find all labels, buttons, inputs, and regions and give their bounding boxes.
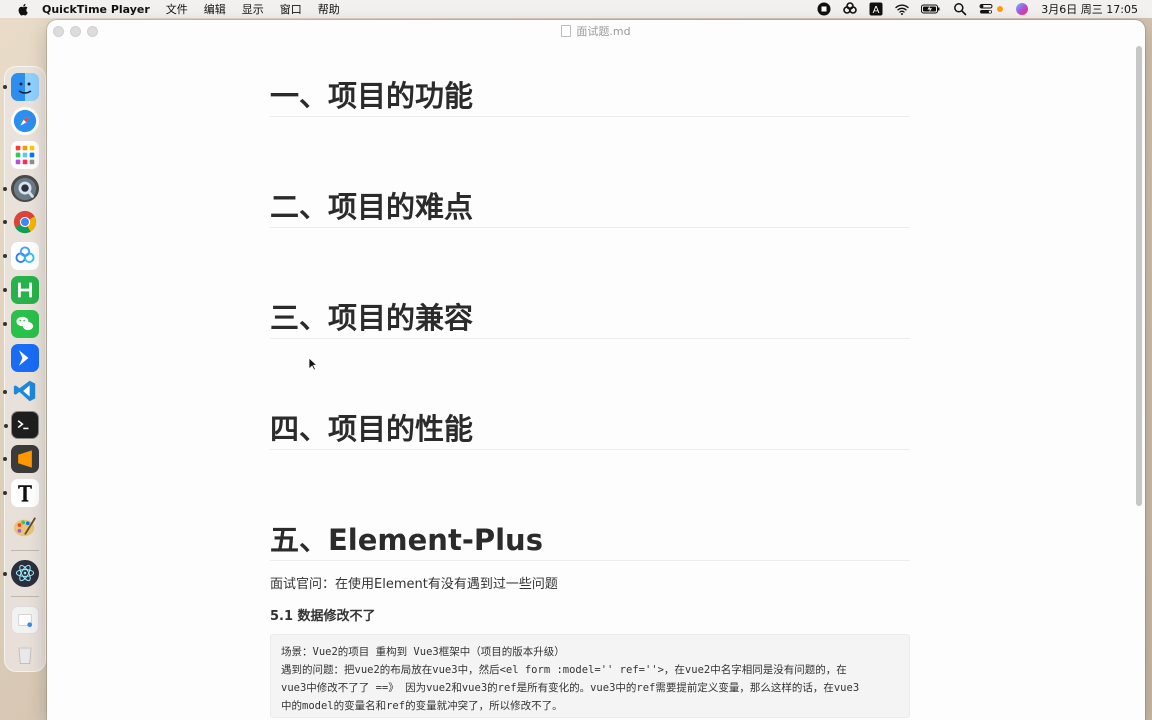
dock-downloads-stack-icon[interactable]: [11, 606, 39, 635]
code-line: 遇到的问题：把vue2的布局放在vue3中，然后<el form :model=…: [281, 664, 847, 676]
document-icon: [561, 25, 572, 37]
heading-compatibility[interactable]: 三、项目的兼容: [270, 300, 910, 339]
dock-hbuilder-icon[interactable]: [3, 276, 39, 304]
dock-feishu-icon[interactable]: [11, 343, 39, 372]
running-indicator: [3, 288, 7, 293]
dock-chrome-icon[interactable]: [3, 208, 39, 236]
running-indicator: [3, 220, 7, 225]
code-line: vue3中修改不了了 ==》 因为vue2和vue3的ref是所有变化的。vue…: [281, 682, 860, 694]
dock: [3, 66, 46, 672]
menu-file[interactable]: 文件: [166, 1, 188, 17]
dock-vscode-icon[interactable]: [3, 378, 39, 406]
screen-recording-stop-icon[interactable]: [817, 2, 831, 16]
dock-terminal-icon[interactable]: [4, 411, 39, 440]
wifi-icon[interactable]: [895, 2, 909, 16]
dock-electron-icon[interactable]: [3, 559, 39, 588]
dock-quicktime-icon[interactable]: [3, 174, 39, 203]
close-button[interactable]: [53, 26, 64, 37]
input-method-icon[interactable]: A: [869, 2, 883, 16]
dock-trash-icon[interactable]: [11, 640, 39, 668]
minimize-button[interactable]: [70, 26, 81, 37]
typora-window: 面试题.md 一、项目的功能 二、项目的难点 三、项目的兼容 四、项目的性能 五…: [47, 20, 1145, 720]
heading-difficulties[interactable]: 二、项目的难点: [270, 189, 910, 228]
dock-sublime-text-icon[interactable]: [3, 445, 39, 473]
dock-finder-icon[interactable]: [3, 73, 39, 101]
interviewer-question[interactable]: 面试官问：在使用Element有没有遇到过一些问题: [270, 573, 558, 592]
vertical-scrollbar[interactable]: [1136, 46, 1142, 506]
battery-charging-icon[interactable]: [921, 2, 941, 16]
code-line: 场景：Vue2的项目 重构到 Vue3框架中（项目的版本升级）: [281, 646, 565, 658]
spotlight-search-icon[interactable]: [953, 2, 967, 16]
dock-separator: [11, 549, 39, 551]
menu-window[interactable]: 窗口: [280, 1, 302, 17]
zoom-button[interactable]: [87, 26, 98, 37]
menu-clock[interactable]: 3月6日 周三 17:05: [1041, 1, 1138, 17]
window-titlebar[interactable]: 面试题.md: [47, 20, 1145, 42]
menu-view[interactable]: 显示: [242, 1, 264, 17]
apple-icon[interactable]: [16, 2, 30, 16]
subheading-data-not-editable[interactable]: 5.1 数据修改不了: [270, 605, 376, 624]
running-indicator: [3, 85, 7, 89]
mouse-cursor-icon: [308, 357, 318, 371]
svg-text:A: A: [873, 5, 880, 16]
running-indicator: [3, 389, 7, 394]
dock-safari-icon[interactable]: [11, 107, 39, 135]
dock-paint-icon[interactable]: [11, 513, 39, 541]
baidu-netdisk-icon[interactable]: [843, 2, 858, 16]
running-indicator: [3, 490, 7, 495]
running-indicator: [4, 424, 8, 429]
dock-typora-icon[interactable]: [3, 478, 39, 507]
siri-icon[interactable]: [1015, 2, 1029, 16]
code-block[interactable]: 场景：Vue2的项目 重构到 Vue3框架中（项目的版本升级） 遇到的问题：把v…: [270, 634, 910, 718]
menu-bar: QuickTime Player 文件 编辑 显示 窗口 帮助 A 3月6日 周…: [0, 0, 1152, 18]
status-area: A 3月6日 周三 17:05: [805, 1, 1144, 17]
menu-help[interactable]: 帮助: [318, 1, 340, 17]
running-indicator: [3, 254, 7, 259]
dock-baidu-netdisk-icon[interactable]: [3, 242, 39, 271]
dock-separator: [11, 596, 39, 598]
heading-features[interactable]: 一、项目的功能: [270, 78, 910, 117]
running-indicator: [3, 571, 7, 576]
traffic-lights: [53, 26, 104, 37]
heading-performance[interactable]: 四、项目的性能: [270, 411, 910, 450]
dock-wechat-icon[interactable]: [3, 309, 39, 338]
dock-launchpad-icon[interactable]: [11, 140, 39, 169]
running-indicator: [3, 321, 7, 326]
running-indicator: [3, 457, 7, 462]
code-line: 中的model的变量名和ref的变量就冲突了，所以修改不了。: [281, 700, 563, 712]
control-center-icon[interactable]: [979, 2, 993, 16]
running-indicator: [3, 186, 7, 191]
record-dot-icon: [997, 2, 1004, 16]
window-title: 面试题.md: [576, 25, 631, 38]
heading-element-plus[interactable]: 五、Element-Plus: [270, 522, 910, 561]
menu-app-name[interactable]: QuickTime Player: [42, 3, 150, 16]
menu-edit[interactable]: 编辑: [204, 1, 226, 17]
